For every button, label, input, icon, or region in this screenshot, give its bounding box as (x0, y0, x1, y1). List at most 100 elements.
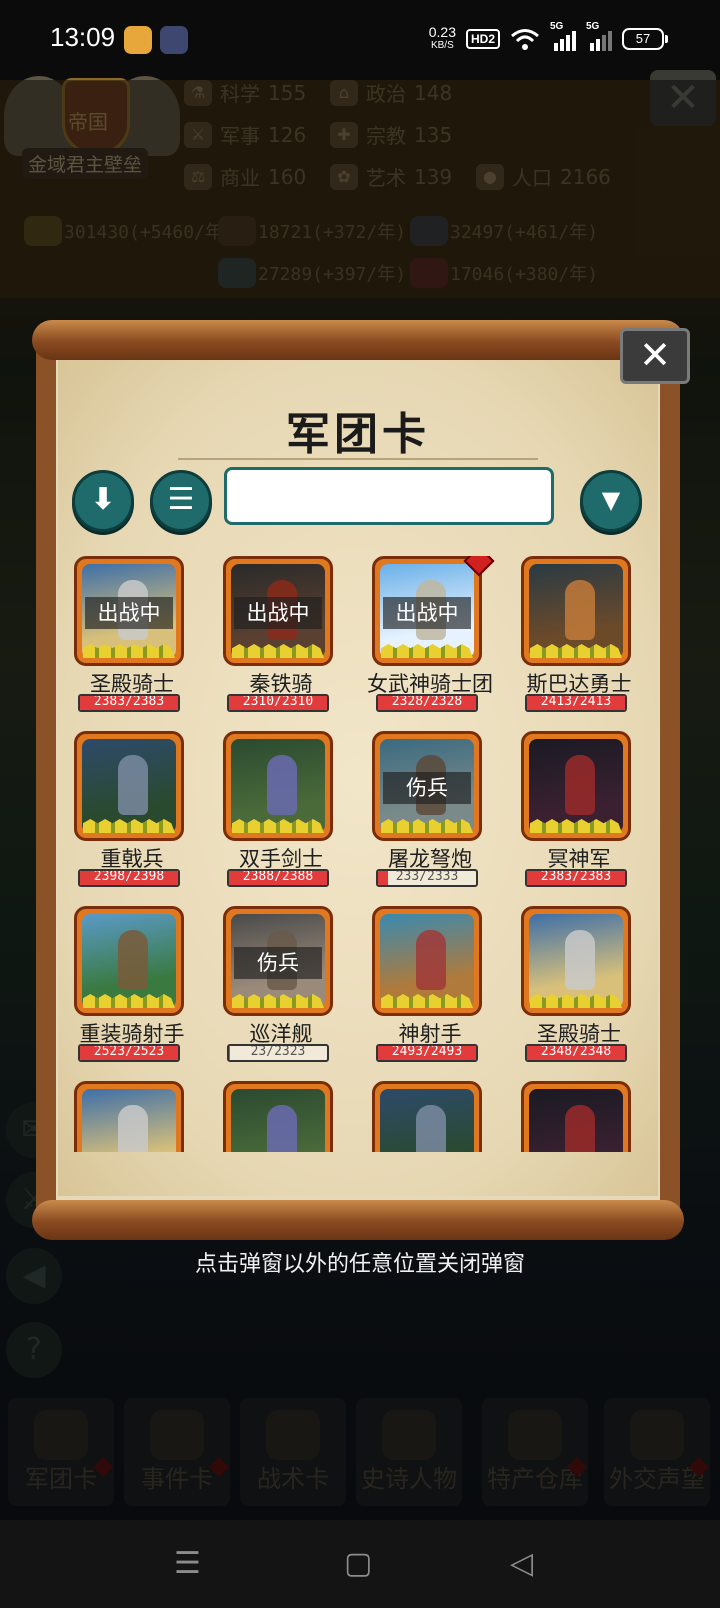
legion-card[interactable]: 重装骑射手 2523/2523 (58, 906, 206, 1076)
scroll-paper: 军团卡 ⬇ ☰ ▼ 出战中 圣殿骑士 2383/2383 出战中 秦铁骑 2310/231… (58, 360, 658, 1196)
card-portrait (521, 1081, 631, 1152)
hp-bar: 2398/2398 (78, 869, 180, 887)
back-icon[interactable]: ◁ (510, 1546, 533, 1581)
card-portrait (521, 731, 631, 841)
hp-bar: 2493/2493 (376, 1044, 478, 1062)
status-time: 13:09 (50, 22, 116, 52)
spartan-unit-icon (529, 564, 623, 658)
hp-bar: 2328/2328 (376, 694, 478, 712)
hd-voice-icon: HD2 (465, 29, 500, 49)
signal-5g-icon-1: 5G (550, 21, 576, 51)
hp-bar: 23/2323 (227, 1044, 329, 1062)
unit-figure (565, 755, 595, 815)
network-speed-unit: KB/S (430, 40, 454, 51)
legion-card[interactable]: 神射手 2493/2493 (356, 906, 504, 1076)
card-portrait: 伤兵 (223, 906, 333, 1016)
unit-figure (118, 930, 148, 990)
unit-figure (416, 930, 446, 990)
legion-card[interactable]: 斯巴达勇士 2413/2413 (505, 556, 653, 726)
status-badge: 伤兵 (234, 947, 322, 979)
sort-down-button[interactable]: ⬇ (72, 470, 134, 532)
card-portrait (74, 906, 184, 1016)
knight-unit-icon (529, 914, 623, 1008)
hp-text: 2383/2383 (540, 869, 612, 884)
legion-card[interactable]: 冥神军 2383/2383 (505, 731, 653, 901)
battery-icon: 57 (622, 28, 668, 50)
hp-text: 233/2333 (395, 869, 459, 884)
legion-card[interactable]: 伤兵 巡洋舰 23/2323 (207, 906, 355, 1076)
wifi-icon (511, 29, 539, 50)
status-badge: 出战中 (234, 597, 322, 629)
card-portrait (521, 556, 631, 666)
scroll-rod-top (32, 320, 684, 360)
legion-card[interactable] (505, 1081, 653, 1152)
close-hint: 点击弹窗以外的任意位置关闭弹窗 (194, 1252, 525, 1277)
menu-icon[interactable]: ☰ (174, 1546, 201, 1581)
filter-button[interactable]: ▼ (580, 470, 642, 532)
status-badge: 出战中 (85, 597, 173, 629)
demon-unit-icon (529, 739, 623, 833)
legion-card-modal: 军团卡 ⬇ ☰ ▼ 出战中 圣殿骑士 2383/2383 出战中 秦铁骑 2310/231… (32, 320, 684, 1240)
scroll-edge (660, 348, 680, 1210)
unit-figure (416, 1105, 446, 1152)
search-input[interactable] (224, 467, 554, 525)
sword-unit-icon (231, 1089, 325, 1152)
hp-bar: 2413/2413 (525, 694, 627, 712)
hp-text: 2328/2328 (391, 694, 463, 709)
scroll-rod-bottom (32, 1200, 684, 1240)
demon-unit-icon (529, 1089, 623, 1152)
list-view-button[interactable]: ☰ (150, 470, 212, 532)
card-portrait: 伤兵 (372, 731, 482, 841)
signal-5g-label-2: 5G (586, 21, 600, 32)
legion-card[interactable]: 出战中 女武神骑士团 2328/2328 (356, 556, 504, 726)
archer-unit-icon (380, 914, 474, 1008)
legion-card[interactable]: 出战中 圣殿骑士 2383/2383 (58, 556, 206, 726)
hp-bar: 2383/2383 (78, 694, 180, 712)
hp-text: 2523/2523 (93, 1044, 165, 1059)
legion-card[interactable] (58, 1081, 206, 1152)
network-speed: 0.23 KB/S (429, 25, 456, 52)
hp-bar: 2310/2310 (227, 694, 329, 712)
modal-close-button[interactable]: ✕ (620, 328, 690, 384)
home-icon[interactable]: ▢ (344, 1546, 372, 1581)
legion-card[interactable]: 重戟兵 2398/2398 (58, 731, 206, 901)
status-indicators: 0.23 KB/S HD2 5G 5G 57 (429, 21, 668, 56)
legion-card[interactable]: 圣殿骑士 2348/2348 (505, 906, 653, 1076)
hp-text: 2493/2493 (391, 1044, 463, 1059)
legion-card[interactable]: 伤兵 屠龙弩炮 233/2333 (356, 731, 504, 901)
hp-bar: 2388/2388 (227, 869, 329, 887)
halberd-unit-icon (82, 739, 176, 833)
unit-figure (565, 580, 595, 640)
card-portrait: 出战中 (372, 556, 482, 666)
hp-text: 2383/2383 (93, 694, 165, 709)
status-badge: 伤兵 (383, 772, 471, 804)
hp-bar: 233/2333 (376, 869, 478, 887)
legion-card[interactable]: 双手剑士 2388/2388 (207, 731, 355, 901)
knight-unit-icon (82, 1089, 176, 1152)
halberd-unit-icon (380, 1089, 474, 1152)
unit-figure (267, 1105, 297, 1152)
card-portrait (74, 1081, 184, 1152)
weibo-app-icon (124, 26, 152, 54)
hp-bar: 2348/2348 (525, 1044, 627, 1062)
hp-text: 2398/2398 (93, 869, 165, 884)
card-portrait (372, 906, 482, 1016)
unit-figure (118, 1105, 148, 1152)
hp-bar: 2383/2383 (525, 869, 627, 887)
card-portrait (74, 731, 184, 841)
hp-text: 23/2323 (250, 1044, 306, 1059)
modal-title: 军团卡 (286, 409, 430, 460)
system-nav-bar: ☰ ▢ ◁ (0, 1520, 720, 1608)
legion-card[interactable] (207, 1081, 355, 1152)
unit-figure (565, 930, 595, 990)
card-portrait (372, 1081, 482, 1152)
card-portrait (223, 1081, 333, 1152)
notification-app-icon (160, 26, 188, 54)
hp-text: 2310/2310 (242, 694, 314, 709)
status-badge: 出战中 (383, 597, 471, 629)
card-portrait (223, 731, 333, 841)
legion-card[interactable] (356, 1081, 504, 1152)
hp-text: 2388/2388 (242, 869, 314, 884)
legion-card[interactable]: 出战中 秦铁骑 2310/2310 (207, 556, 355, 726)
card-portrait (521, 906, 631, 1016)
